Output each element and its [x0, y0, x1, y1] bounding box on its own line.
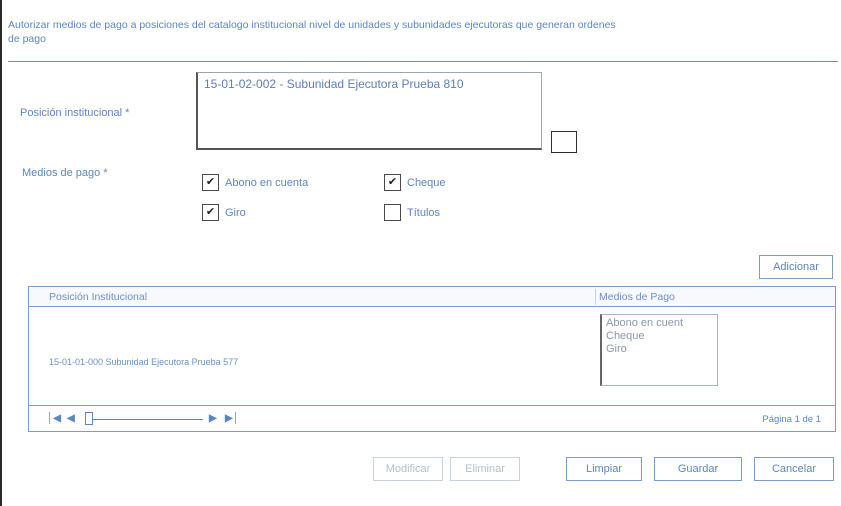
- last-page-icon[interactable]: ▶│: [225, 413, 239, 424]
- column-header-medios[interactable]: Medios de Pago: [599, 291, 675, 303]
- page-title-line-1: Autorizar medios de pago a posiciones de…: [8, 19, 616, 31]
- checkbox-abono-en-cuenta-label: Abono en cuenta: [225, 176, 309, 189]
- prev-page-icon[interactable]: ◀: [67, 413, 75, 424]
- row-medios-list[interactable]: Abono en cuent Cheque Giro: [600, 314, 718, 386]
- page-title-line-2: de pago: [8, 33, 46, 45]
- posicion-institucional-label: Posición institucional *: [20, 107, 130, 119]
- checkbox-abono-en-cuenta[interactable]: Abono en cuenta: [202, 174, 308, 191]
- row-medios-item: Giro: [606, 343, 627, 355]
- eliminar-button[interactable]: Eliminar: [450, 457, 520, 481]
- modificar-button[interactable]: Modificar: [373, 457, 443, 481]
- next-page-icon[interactable]: ▶: [209, 413, 217, 424]
- checkbox-giro-box[interactable]: [202, 204, 219, 221]
- checkbox-titulos-box[interactable]: [384, 204, 401, 221]
- guardar-button[interactable]: Guardar: [654, 457, 742, 481]
- medios-pago-grid: Posición Institucional Medios de Pago 15…: [28, 286, 836, 432]
- first-page-icon[interactable]: │◀: [47, 413, 61, 424]
- limpiar-button[interactable]: Limpiar: [566, 457, 642, 481]
- column-separator: [595, 289, 596, 305]
- column-header-posicion[interactable]: Posición Institucional: [49, 291, 147, 303]
- page-indicator: Página 1 de 1: [762, 414, 821, 425]
- checkbox-cheque[interactable]: Cheque: [384, 174, 446, 191]
- row-medios-item: Cheque: [606, 330, 645, 342]
- medios-de-pago-label: Medios de pago *: [22, 167, 108, 179]
- grid-header: Posición Institucional Medios de Pago: [29, 287, 835, 307]
- checkbox-abono-en-cuenta-box[interactable]: [202, 174, 219, 191]
- checkbox-cheque-label: Cheque: [407, 176, 446, 189]
- window-left-border: [0, 0, 2, 506]
- posicion-institucional-field[interactable]: 15-01-02-002 - Subunidad Ejecutora Prueb…: [196, 72, 542, 150]
- page-slider-handle[interactable]: [85, 412, 93, 425]
- checkbox-giro-label: Giro: [225, 206, 246, 219]
- checkbox-titulos-label: Títulos: [407, 206, 441, 219]
- posicion-lookup-button[interactable]: [551, 131, 577, 153]
- adicionar-button[interactable]: Adicionar: [759, 255, 833, 279]
- checkbox-cheque-box[interactable]: [384, 174, 401, 191]
- page-slider-track[interactable]: [87, 419, 203, 420]
- row-medios-item: Abono en cuent: [606, 317, 684, 329]
- cancelar-button[interactable]: Cancelar: [754, 457, 834, 481]
- page-title: Autorizar medios de pago a posiciones de…: [8, 18, 838, 62]
- row-posicion-cell[interactable]: 15-01-01-000 Subunidad Ejecutora Prueba …: [49, 357, 238, 367]
- checkbox-giro[interactable]: Giro: [202, 204, 246, 221]
- checkbox-titulos[interactable]: Títulos: [384, 204, 440, 221]
- grid-pager: │◀ ◀ ▶ ▶│ Página 1 de 1: [29, 405, 835, 431]
